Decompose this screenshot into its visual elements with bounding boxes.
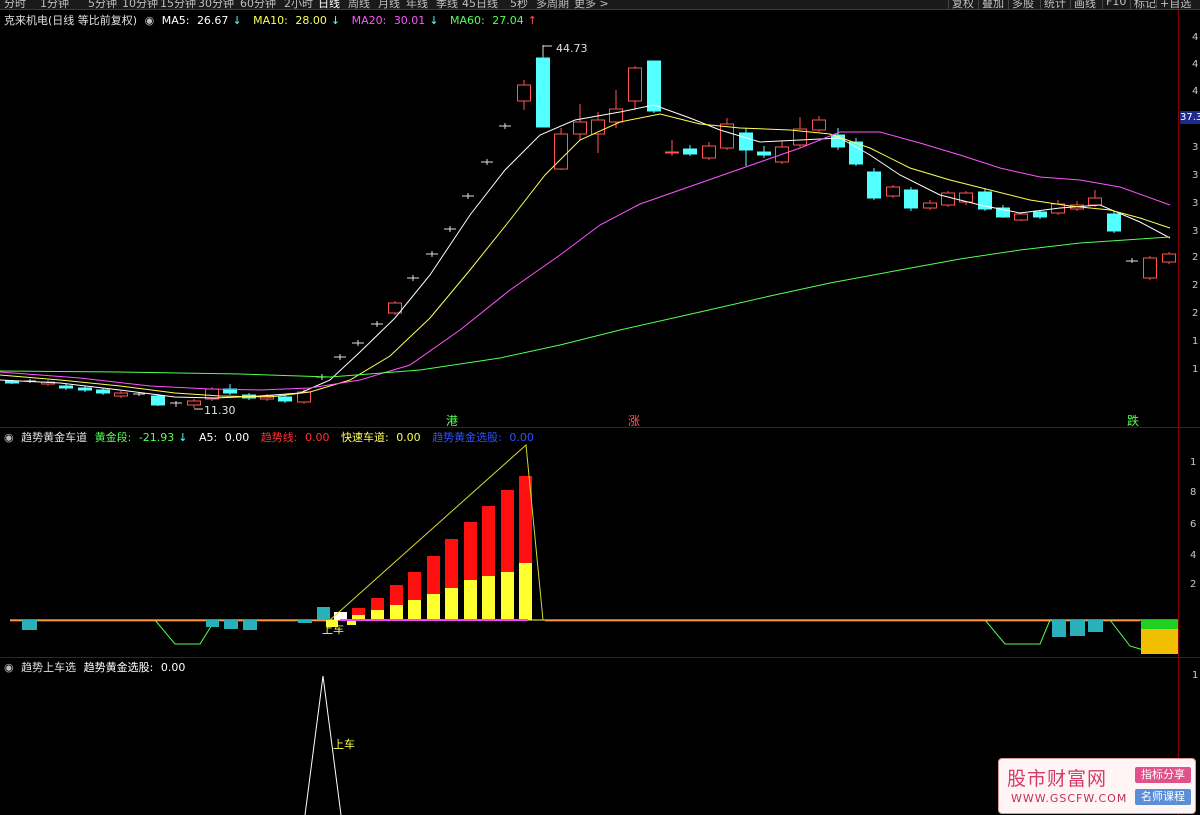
axis-tick-label: 8	[1190, 487, 1197, 498]
axis-tick-label: 3	[1192, 142, 1199, 153]
axis-tick-label: 2	[1192, 252, 1199, 263]
cyan-bar	[1088, 620, 1103, 632]
a5-bar	[334, 612, 347, 620]
ma20-line	[0, 131, 1171, 391]
candle-body	[702, 145, 716, 159]
candle-body	[1162, 253, 1176, 263]
axis-tick-label: 4	[1192, 86, 1199, 97]
ma5-line	[0, 104, 1171, 399]
candle-body	[96, 389, 110, 394]
watermark-badge-share: 指标分享	[1135, 767, 1191, 783]
cyan-bar	[298, 620, 312, 623]
axis-tick-label: 6	[1190, 519, 1197, 530]
chart-labels: 44.73 11.30 港 涨 跌	[194, 42, 1139, 428]
fast-bar	[427, 594, 440, 620]
candle-body	[1014, 213, 1028, 221]
candle-body	[151, 395, 165, 406]
axis-tick-label: 2	[1192, 308, 1199, 319]
cyan-bar	[224, 620, 238, 629]
indicator1-layer: 上车	[10, 443, 1178, 654]
high-pointer	[542, 45, 552, 55]
candle-body	[573, 121, 587, 135]
candle-body	[1107, 213, 1121, 232]
axis-tick-label: 1	[1192, 336, 1199, 347]
axis-tick-label: 2	[1190, 579, 1197, 590]
ma60-line	[0, 236, 1171, 378]
cyan-bar	[317, 607, 330, 620]
cyan-bar	[243, 620, 257, 630]
gold-dip	[984, 619, 1051, 645]
chart-canvas[interactable]: 上车 上车 44.73 11.30 港 涨 跌	[0, 0, 1178, 815]
indicator2-layer: 上车	[304, 675, 355, 815]
candle-body	[812, 119, 826, 131]
cyan-bar	[22, 620, 37, 630]
axis-tick-label: 3	[1192, 170, 1199, 181]
watermark-logo: 股市财富网 WWW.GSCFW.COM 指标分享 名师课程	[998, 758, 1196, 814]
candle-body	[517, 84, 531, 102]
candle-body	[904, 189, 918, 209]
candle-body	[757, 151, 771, 156]
candle-body	[1088, 197, 1102, 206]
watermark-url: WWW.GSCFW.COM	[1011, 792, 1128, 805]
ma-lines	[0, 104, 1171, 399]
low-price-label: 11.30	[204, 404, 236, 417]
candle-body	[886, 186, 900, 197]
candle-body	[665, 151, 679, 154]
cyan-bar	[1070, 620, 1085, 636]
candle-body	[647, 60, 661, 112]
axis-tick-label: 3	[1192, 198, 1199, 209]
candle-body	[683, 148, 697, 155]
axis-tick-label: 4	[1192, 32, 1199, 43]
candle-body	[114, 392, 128, 397]
candle-body	[187, 400, 201, 406]
fast-bar	[519, 563, 532, 620]
axis-tick-label: 1	[1192, 670, 1199, 681]
candle-body	[536, 57, 550, 128]
price-axis	[1178, 10, 1200, 815]
end-green-bar	[1141, 620, 1178, 629]
signal-label: 上车	[322, 622, 344, 636]
signal-marker: 涨	[628, 413, 640, 428]
ma10-line	[0, 113, 1171, 398]
candle-body	[1033, 211, 1047, 218]
candle-body	[628, 67, 642, 102]
watermark-title: 股市财富网	[1007, 768, 1108, 790]
candle-body	[849, 141, 863, 165]
axis-tick-label: 4	[1192, 59, 1199, 70]
fast-bar	[482, 576, 495, 620]
candle-body	[1143, 257, 1157, 279]
price-tag: 37.3	[1180, 111, 1200, 124]
candlestick-layer	[5, 45, 1176, 408]
candle-body	[739, 132, 753, 151]
candle-body	[609, 108, 623, 123]
cyan-bar	[206, 620, 219, 627]
signal-marker: 港	[446, 414, 458, 428]
axis-tick-label: 1	[1192, 364, 1199, 375]
end-yellow-bar	[1141, 629, 1178, 654]
signal-label: 上车	[333, 737, 355, 751]
candle-body	[278, 396, 292, 402]
cyan-bar	[1052, 620, 1066, 637]
fast-bar	[390, 605, 403, 620]
fast-bar	[371, 610, 384, 620]
axis-tick-label: 3	[1192, 226, 1199, 237]
candle-body	[59, 385, 73, 389]
candle-body	[923, 202, 937, 209]
candle-body	[867, 171, 881, 199]
axis-tick-label: 4	[1190, 550, 1197, 561]
axis-tick-label: 1	[1190, 457, 1197, 468]
fast-bar	[408, 600, 421, 620]
signal-marker: 跌	[1127, 413, 1139, 428]
candle-body	[388, 302, 402, 314]
candle-body	[941, 192, 955, 206]
axis-tick-label: 2	[1192, 280, 1199, 291]
high-price-label: 44.73	[556, 42, 588, 55]
fast-bar	[464, 580, 477, 620]
candle-body	[78, 387, 92, 391]
fast-bar	[445, 588, 458, 620]
fast-bar	[501, 572, 514, 620]
watermark-badge-course: 名师课程	[1135, 789, 1191, 805]
